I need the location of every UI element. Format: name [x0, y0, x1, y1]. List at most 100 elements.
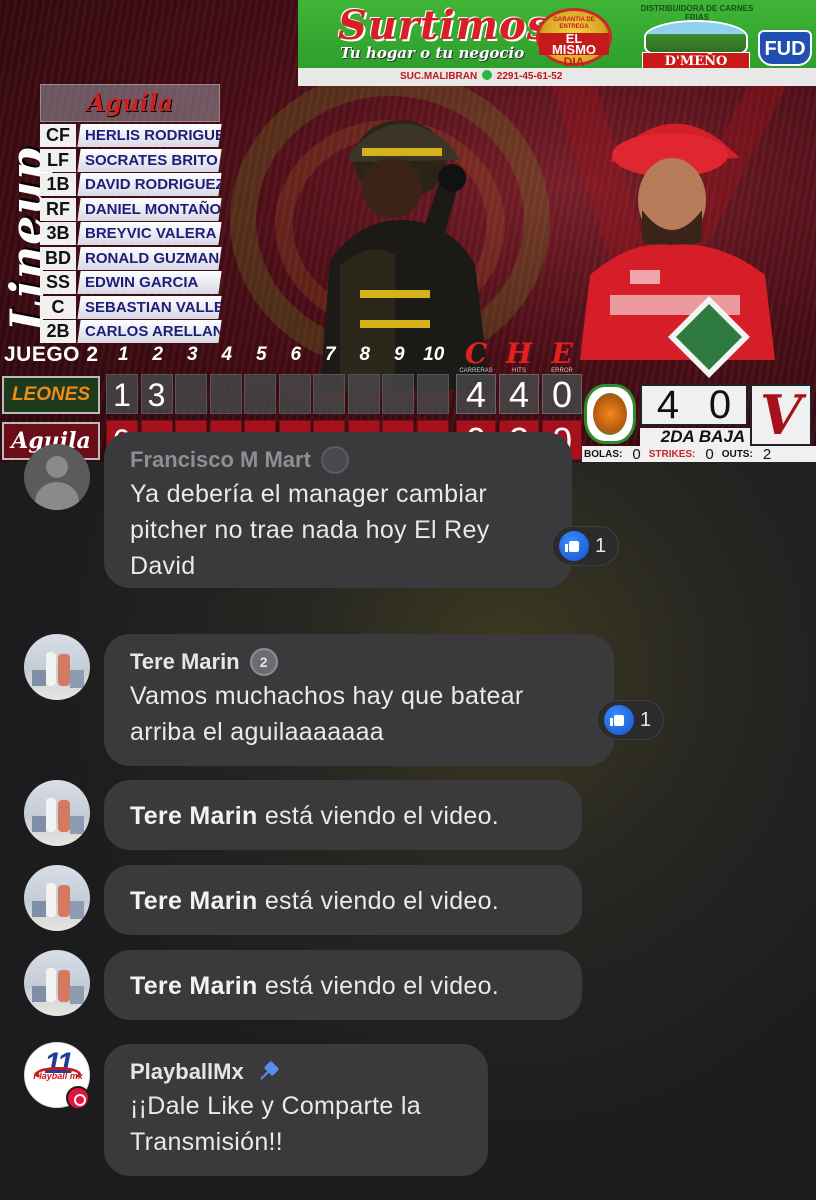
fan-badge-level: 2 [259, 654, 268, 670]
aguila-bug-logo: V [750, 384, 812, 446]
lineup-row: LF SOCRATES BRITO [40, 148, 222, 174]
comment-bubble[interactable]: Francisco M Mart Ya debería el manager c… [104, 432, 572, 588]
inning-score: 3 [140, 374, 173, 414]
leones-logo: LEONES [2, 376, 100, 414]
avatar-photo-detail [70, 901, 84, 919]
user-avatar[interactable] [24, 865, 90, 931]
sponsor-ad-banner[interactable]: Surtimos Tu hogar o tu negocio GARANTIA … [298, 0, 816, 86]
activity-author[interactable]: Tere Marin [130, 802, 258, 830]
lineup-player: EDWIN GARCIA [77, 271, 222, 294]
user-avatar[interactable] [24, 634, 90, 700]
inning-score: 1 [106, 374, 138, 414]
away-innings: 1 3 [106, 374, 451, 414]
inning-number: 1 [117, 344, 129, 365]
team-row-away: LEONES 1 3 4 4 0 [0, 374, 582, 415]
farm-illustration [644, 20, 748, 54]
lineup-player: SOCRATES BRITO [77, 148, 222, 172]
like-count: 1 [640, 708, 652, 731]
inning-number: 8 [359, 344, 371, 365]
totals-header: C CARRERAS H HITS E ERROR [456, 337, 585, 375]
lineup-position: SS [40, 271, 76, 294]
user-avatar[interactable] [24, 780, 90, 846]
comment-bubble[interactable]: Tere Marin 2 Vamos muchachos hay que bat… [104, 634, 614, 766]
comment-author[interactable]: PlayballMx [130, 1058, 462, 1086]
avatar-photo-detail [70, 670, 84, 688]
branch-name: SUC.MALIBRAN [400, 71, 478, 82]
avatar-photo-detail [46, 798, 56, 832]
avatar-photo-detail [70, 816, 84, 834]
lineup-player-name: HERLIS RODRIGUEZ [85, 127, 222, 144]
activity-author[interactable]: Tere Marin [130, 887, 258, 915]
reaction-count-button[interactable]: 1 [597, 700, 665, 740]
balls-label: BOLAS: [584, 448, 623, 460]
inning-score [416, 374, 449, 414]
badge-top-text: GARANTIA DE ENTREGA [553, 17, 595, 30]
same-day-badge: GARANTIA DE ENTREGA EL MISMO DIA [536, 8, 612, 69]
live-comments-panel[interactable]: Francisco M Mart Ya debería el manager c… [0, 432, 816, 1200]
lineup-row: 3B BREYVIC VALERA [40, 222, 222, 247]
badge-mid-text: EL MISMO [539, 32, 609, 56]
comment-author[interactable]: Tere Marin 2 [130, 648, 588, 676]
activity-bubble[interactable]: Tere Marin está viendo el video. [104, 865, 582, 935]
comment-author-name: Tere Marin [130, 649, 240, 674]
lineup-player: RONALD GUZMAN [77, 246, 222, 270]
activity-message: está viendo el video. [264, 802, 500, 830]
balls-value: 0 [632, 445, 641, 463]
live-video-frame[interactable]: Surtimos Tu hogar o tu negocio GARANTIA … [0, 0, 816, 462]
innings-header: 1 2 3 4 5 6 7 8 9 10 [106, 344, 451, 366]
hits-header: H HITS [499, 337, 539, 375]
inning-number: 6 [290, 344, 302, 365]
avatar-photo-detail [32, 816, 46, 832]
comment-text: Vamos muchachos hay que batear arriba el… [130, 682, 524, 746]
strikes-value: 0 [705, 445, 714, 463]
whatsapp-icon [482, 70, 492, 80]
hits-letter: H [505, 337, 533, 370]
inning-score [278, 374, 311, 414]
balls-count: BOLAS: 0 [584, 446, 641, 463]
avatar-photo-detail [58, 800, 70, 832]
lineup-team-header: Aguila [40, 84, 220, 122]
lineup-position: RF [40, 197, 76, 221]
outs-count: OUTS: 2 [722, 446, 771, 463]
activity-author[interactable]: Tere Marin [130, 972, 258, 1000]
away-totals: 4 4 0 [456, 374, 585, 415]
lineup-position: BD [40, 246, 76, 270]
comment-text: Ya debería el manager cambiar pitcher no… [130, 480, 490, 580]
badge-bottom-text: DIA [563, 55, 585, 69]
activity-bubble[interactable]: Tere Marin está viendo el video. [104, 780, 582, 850]
comment-bubble[interactable]: PlayballMx ¡¡Dale Like y Comparte la Tra… [104, 1044, 488, 1176]
avatar-photo-detail [46, 652, 56, 686]
lineup-row: CF HERLIS RODRIGUEZ [40, 124, 222, 149]
lineup-position: C [40, 295, 76, 319]
inning-number: 9 [393, 344, 405, 365]
inning-score [382, 374, 414, 414]
reaction-count-button[interactable]: 1 [552, 526, 620, 566]
lineup-player-name: RONALD GUZMAN [85, 249, 220, 267]
activity-text: Tere Marin está viendo el video. [130, 968, 556, 1004]
user-avatar[interactable] [24, 950, 90, 1016]
lineup-team-name: Aguila [86, 88, 174, 117]
inning-number: 10 [423, 344, 445, 365]
lineup-position: 1B [40, 173, 76, 196]
pin-icon [254, 1058, 282, 1086]
away-errors: 0 [542, 374, 582, 415]
avatar-photo-detail [70, 986, 84, 1004]
comment-author[interactable]: Francisco M Mart [130, 446, 546, 474]
user-avatar[interactable] [24, 444, 90, 510]
like-icon [559, 531, 589, 561]
lineup-player: DAVID RODRIGUEZ [77, 173, 222, 196]
home-score: 0 [708, 382, 732, 427]
like-count: 1 [595, 534, 607, 557]
errors-letter: E [551, 337, 573, 370]
live-broadcast-icon [66, 1086, 90, 1110]
avatar-photo-detail [32, 901, 46, 917]
lineup-player-name: SOCRATES BRITO [85, 151, 218, 169]
avatar-photo-detail [46, 883, 56, 917]
score-bug: 4 0 2DA BAJA V BOLAS: 0 STRIKES: 0 OUTS: 2 [582, 382, 816, 463]
inning-score [313, 374, 345, 414]
avatar-photo-detail [32, 986, 46, 1002]
lineup-player-name: DAVID RODRIGUEZ [85, 176, 222, 193]
comment-author-name: PlayballMx [130, 1059, 244, 1084]
activity-bubble[interactable]: Tere Marin está viendo el video. [104, 950, 582, 1020]
bug-score: 4 0 [640, 382, 748, 427]
